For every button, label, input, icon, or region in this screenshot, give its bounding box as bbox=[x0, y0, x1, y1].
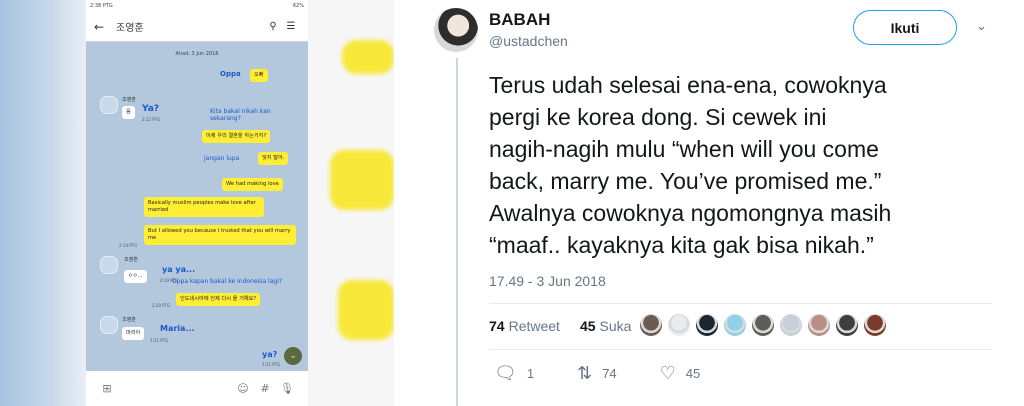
tweet-timestamp[interactable]: 17.49 - 3 Jun 2018 bbox=[489, 273, 606, 289]
hashtag-icon: # bbox=[260, 382, 270, 395]
thread-line bbox=[456, 58, 458, 406]
divider bbox=[489, 349, 992, 350]
chat-overlay-text: jangan lupa bbox=[204, 155, 240, 162]
like-count[interactable]: 45 bbox=[580, 318, 596, 334]
contact-avatar bbox=[100, 96, 118, 114]
chat-bubble: 마리아 bbox=[122, 327, 145, 341]
follow-button[interactable]: Ikuti bbox=[853, 10, 957, 45]
chat-timestamp: 2:12 PTG bbox=[142, 117, 161, 122]
like-button[interactable]: ♡ 45 bbox=[660, 363, 701, 384]
tweet-media-image[interactable]: 2:38 PTG 62% ← 조영훈 ⚲ ☰ Ahad, 3 Jun 2018 … bbox=[0, 0, 394, 406]
heart-icon: ♡ bbox=[659, 363, 676, 383]
chat-screenshot: 2:38 PTG 62% ← 조영훈 ⚲ ☰ Ahad, 3 Jun 2018 … bbox=[86, 0, 308, 406]
chat-input-bar: ⊞ ☺ # 🎙 bbox=[86, 371, 308, 406]
chat-bubble: 인도네시아에 언제 다시 올 거예요? bbox=[176, 293, 261, 307]
retweet-icon: ⇅ bbox=[577, 363, 593, 383]
chat-timestamp: 2:14 PTG bbox=[119, 243, 138, 248]
action-like-count: 45 bbox=[685, 366, 701, 381]
liker-avatar[interactable] bbox=[751, 313, 775, 337]
chat-bubble: 응 bbox=[122, 106, 135, 120]
battery-level: 62% bbox=[292, 3, 304, 9]
liker-avatar[interactable] bbox=[835, 313, 859, 337]
tweet-text: Terus udah selesai ena-ena, cowoknya per… bbox=[489, 72, 892, 258]
like-label[interactable]: Suka bbox=[600, 318, 632, 334]
chat-overlay-text: Maria... bbox=[160, 324, 195, 333]
liker-avatar[interactable] bbox=[807, 313, 831, 337]
author-name[interactable]: BABAH bbox=[489, 10, 550, 30]
blurred-background-left bbox=[0, 0, 86, 406]
chat-contact-name: 조영훈 bbox=[116, 23, 144, 34]
chat-bubble: 이제 우리 결혼을 하는거지? bbox=[202, 130, 271, 144]
add-attachment-icon: ⊞ bbox=[102, 382, 112, 395]
divider bbox=[489, 303, 992, 304]
reply-button[interactable]: 🗨 1 bbox=[494, 363, 534, 384]
microphone-icon: 🎙 bbox=[280, 382, 294, 395]
chat-overlay-text: Kita bakal nikah kan sekarang? bbox=[210, 108, 271, 122]
contact-avatar bbox=[100, 316, 118, 334]
liker-avatar[interactable] bbox=[723, 313, 747, 337]
chat-overlay-text: Ya? bbox=[142, 104, 159, 114]
author-handle[interactable]: @ustadchen bbox=[489, 33, 568, 49]
chat-bubble: But I allowed you because I trusted that… bbox=[144, 225, 296, 246]
liker-avatar[interactable] bbox=[779, 313, 803, 337]
chat-sender-name: 조영훈 bbox=[122, 317, 136, 323]
status-time: 2:38 PTG bbox=[90, 3, 113, 9]
contact-avatar bbox=[100, 256, 118, 274]
tweet-stats: 74 Retweet 45 Suka bbox=[489, 318, 631, 334]
chat-sender-name: 조영훈 bbox=[122, 97, 136, 103]
avatar[interactable] bbox=[434, 8, 478, 52]
liker-avatar[interactable] bbox=[863, 313, 887, 337]
search-icon: ⚲ bbox=[269, 21, 277, 32]
chevron-down-icon[interactable]: ⌄ bbox=[976, 18, 987, 34]
chat-bubble: 오빠 bbox=[250, 69, 268, 83]
retweet-count[interactable]: 74 bbox=[489, 318, 505, 334]
blurred-background-right bbox=[308, 0, 394, 406]
menu-icon: ☰ bbox=[286, 21, 296, 32]
chat-app-bar: ← 조영훈 ⚲ ☰ bbox=[86, 12, 308, 42]
chat-bubble: ㅇㅇ... bbox=[124, 270, 147, 284]
scroll-down-icon: ⌄ bbox=[284, 347, 302, 365]
chat-overlay-text: ya ya... bbox=[162, 265, 196, 274]
reply-icon: 🗨 bbox=[494, 363, 517, 383]
chat-timestamp: 2:20 PTG bbox=[152, 303, 171, 308]
chat-overlay-text: ya? bbox=[262, 350, 278, 359]
chat-bubble: We had making love bbox=[222, 178, 283, 192]
back-arrow-icon: ← bbox=[94, 19, 105, 34]
chat-sender-name: 조영훈 bbox=[124, 257, 138, 263]
chat-overlay-text: Oppa bbox=[220, 70, 241, 78]
retweet-label[interactable]: Retweet bbox=[509, 318, 560, 334]
tweet-actions: 🗨 1 ⇅ 74 ♡ 45 bbox=[494, 363, 743, 384]
liker-avatars bbox=[639, 313, 887, 337]
liker-avatar[interactable] bbox=[667, 313, 691, 337]
chat-timestamp: 2:21 PTG bbox=[150, 338, 169, 343]
liker-avatar[interactable] bbox=[695, 313, 719, 337]
chat-date-label: Ahad, 3 Jun 2018 bbox=[175, 51, 219, 57]
action-retweet-count: 74 bbox=[602, 366, 617, 381]
chat-bubble: 잊지 말아. bbox=[258, 152, 289, 166]
reply-count: 1 bbox=[526, 366, 535, 381]
emoji-icon: ☺ bbox=[237, 382, 249, 395]
phone-status-bar: 2:38 PTG 62% bbox=[86, 0, 308, 12]
retweet-button[interactable]: ⇅ 74 bbox=[577, 363, 617, 384]
chat-timestamp: 2:21 PTG bbox=[262, 362, 281, 367]
chat-overlay-text: Oppa kapan bakal ke Indonesia lagi? bbox=[172, 278, 283, 285]
liker-avatar[interactable] bbox=[639, 313, 663, 337]
chat-bubble: Basically muslim peoples make love after… bbox=[144, 197, 264, 218]
